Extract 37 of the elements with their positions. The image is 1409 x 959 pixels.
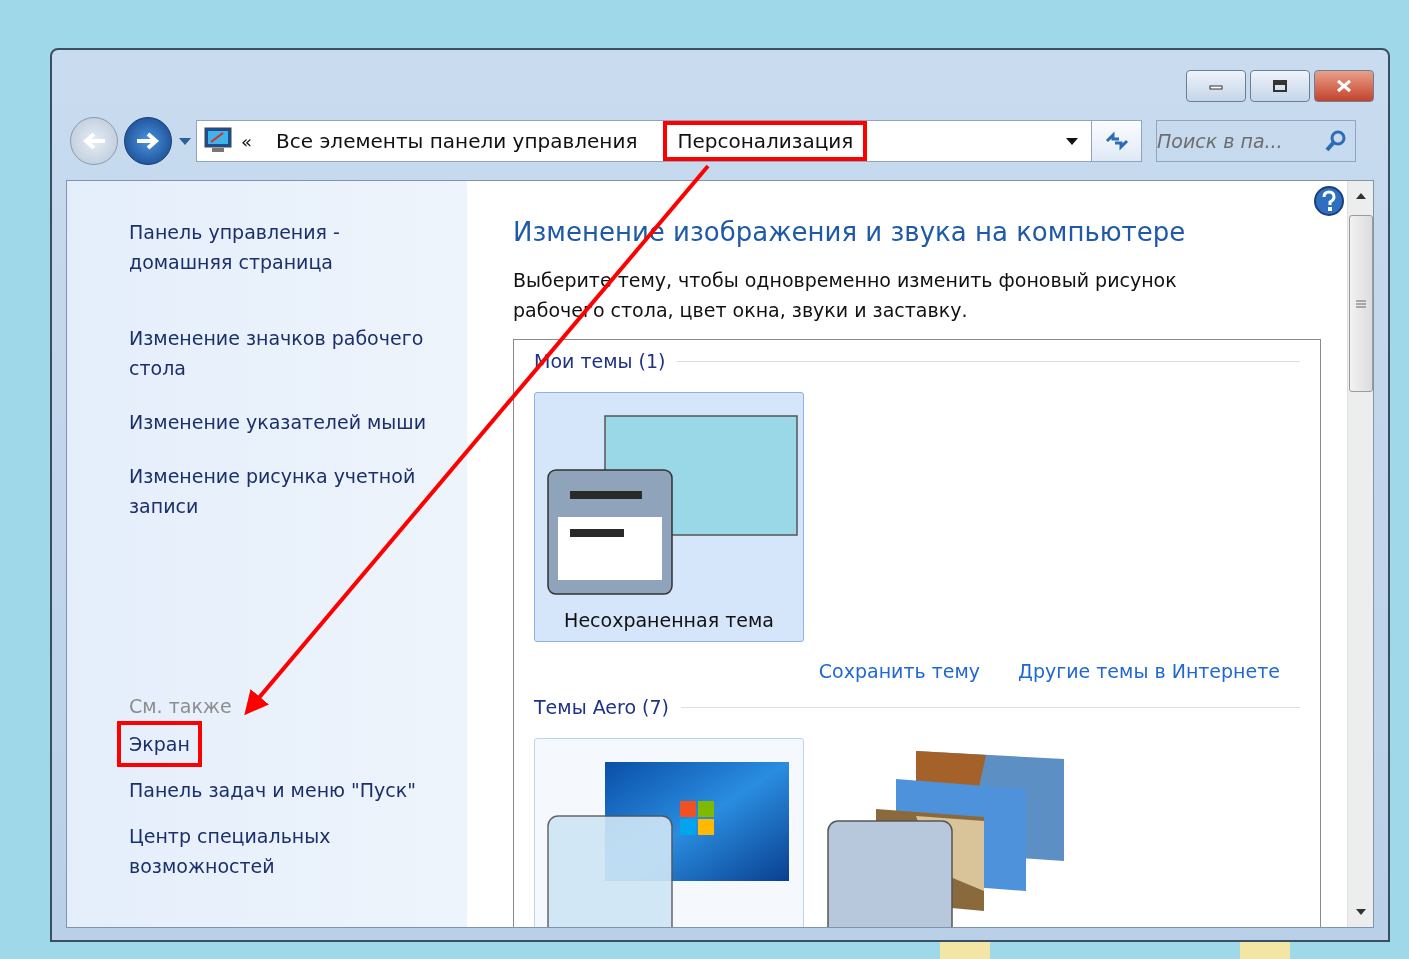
sidebar-link[interactable]: Центр специальных возможностей: [117, 813, 459, 889]
breadcrumb-item[interactable]: Все элементы панели управления: [262, 121, 652, 161]
see-also-heading: См. также: [128, 694, 233, 719]
breadcrumb-item[interactable]: Персонализация: [663, 121, 868, 161]
maximize-icon: [1272, 79, 1288, 93]
search-icon[interactable]: [1324, 129, 1348, 153]
refresh-button[interactable]: [1092, 120, 1142, 162]
sidebar-link[interactable]: Панель задач и меню "Пуск": [117, 767, 428, 813]
address-bar[interactable]: « Все элементы панели управления Персонализация: [196, 120, 1092, 162]
vertical-scrollbar[interactable]: [1347, 181, 1373, 927]
left-arrow-icon: [81, 131, 107, 151]
theme-link[interactable]: Другие темы в Интернете: [1018, 660, 1280, 682]
minimize-icon: [1208, 82, 1224, 90]
scrollbar-thumb[interactable]: [1348, 215, 1373, 392]
sidebar-link[interactable]: Панель управления - домашняя страница: [117, 209, 459, 285]
theme-link[interactable]: Сохранить тему: [818, 660, 981, 682]
close-button[interactable]: [1314, 70, 1374, 102]
right-arrow-icon: [135, 131, 161, 151]
help-icon[interactable]: [1313, 185, 1345, 217]
sidebar-link[interactable]: Изменение рисунка учетной записи: [117, 453, 459, 529]
theme-tile[interactable]: Несохраненная тема: [534, 392, 804, 642]
caret-icon[interactable]: [1065, 136, 1079, 146]
close-icon: [1335, 79, 1353, 93]
sidebar-link[interactable]: Изменение указателей мыши: [117, 399, 439, 445]
search-field[interactable]: Поиск в па...: [1156, 120, 1356, 162]
sidebar-link[interactable]: Экран: [117, 721, 202, 767]
theme-name: Несохраненная тема: [564, 609, 774, 631]
dropdown-arrow-icon[interactable]: [178, 136, 192, 146]
scroll-up-icon[interactable]: [1354, 191, 1367, 201]
breadcrumb-overflow[interactable]: «: [241, 130, 252, 152]
group-heading: Темы Aero (7): [534, 696, 669, 718]
sidebar-link[interactable]: Изменение значков рабочего стола: [117, 315, 459, 391]
scroll-down-icon[interactable]: [1354, 907, 1367, 917]
back-button[interactable]: [70, 117, 118, 165]
maximize-button[interactable]: [1250, 70, 1310, 102]
forward-button[interactable]: [124, 117, 172, 165]
minimize-button[interactable]: [1186, 70, 1246, 102]
